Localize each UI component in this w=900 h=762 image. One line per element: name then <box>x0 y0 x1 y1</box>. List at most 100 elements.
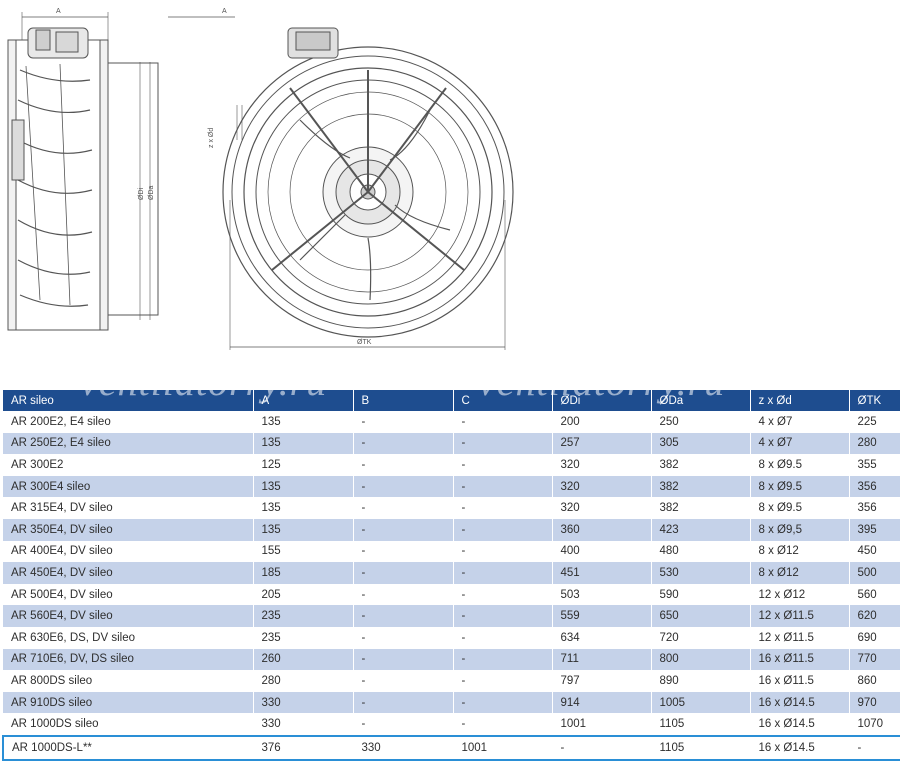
table-cell: 720 <box>651 626 751 649</box>
table-cell: 12 x Ø11.5 <box>750 605 850 627</box>
table-cell: 355 <box>849 454 900 476</box>
table-cell: 590 <box>651 583 751 606</box>
table-cell: - <box>353 432 454 455</box>
table-row: AR 400E4, DV sileo 155- -400 480 8 x Ø12 450 <box>3 540 900 563</box>
table-cell: 260 <box>253 648 354 671</box>
table-cell: AR 450E4, DV sileo <box>3 562 254 584</box>
table-row: AR 450E4, DV sileo 185- -451 530 8 x Ø12 500 <box>3 562 900 584</box>
table-cell: - <box>353 605 454 627</box>
table-row: AR 1000DS sileo 330- -1001 1105 16 x Ø14.5 10… <box>3 713 900 736</box>
table-cell: 400 <box>552 540 652 563</box>
table-cell: 914 <box>552 691 652 714</box>
column-header: C <box>453 390 553 411</box>
table-cell: 382 <box>651 475 751 498</box>
table-cell: - <box>453 454 553 476</box>
table-row: AR 315E4, DV sileo 135- -320 382 8 x Ø9.5 356 <box>3 497 900 519</box>
table-cell: AR 350E4, DV sileo <box>3 518 254 541</box>
table-cell: - <box>353 454 454 476</box>
table-cell: 12 x Ø11.5 <box>750 626 850 649</box>
column-header: z x Ød <box>750 390 850 411</box>
table-cell: 376 <box>253 734 354 761</box>
table-row: AR 250E2, E4 sileo 135- -257 305 4 x Ø7 280 <box>3 432 900 455</box>
table-cell: 250 <box>651 411 751 433</box>
table-cell: - <box>453 713 553 736</box>
table-cell: - <box>353 562 454 584</box>
table-row: AR 560E4, DV sileo 235- -559 650 12 x Ø11.5 6… <box>3 605 900 627</box>
table-cell: 8 x Ø9.5 <box>750 475 850 498</box>
table-cell: 8 x Ø12 <box>750 540 850 563</box>
table-cell: 450 <box>849 540 900 563</box>
table-cell: 797 <box>552 670 652 692</box>
table-cell: - <box>552 734 652 761</box>
table-cell: AR 300E4 sileo <box>3 475 254 498</box>
table-cell: 8 x Ø9.5 <box>750 454 850 476</box>
table-cell: 280 <box>849 432 900 455</box>
table-row: AR 500E4, DV sileo 205- -503 590 12 x Ø12 560 <box>3 583 900 606</box>
table-header-row: AR sileo A B C ØDi ØDa z x Ød ØTK <box>3 390 900 411</box>
table-cell: - <box>353 713 454 736</box>
table-cell: 1001 <box>552 713 652 736</box>
table-cell: AR 400E4, DV sileo <box>3 540 254 563</box>
table-cell: 711 <box>552 648 652 671</box>
table-cell: 280 <box>253 670 354 692</box>
table-cell: - <box>849 734 900 761</box>
table-cell: - <box>353 670 454 692</box>
table-cell: - <box>353 518 454 541</box>
table-cell: 356 <box>849 475 900 498</box>
table-cell: - <box>353 648 454 671</box>
table-cell: 320 <box>552 497 652 519</box>
table-cell: 16 x Ø14.5 <box>750 734 850 761</box>
table-cell: 8 x Ø9.5 <box>750 497 850 519</box>
table-cell: - <box>353 691 454 714</box>
table-cell: 970 <box>849 691 900 714</box>
table-cell: 382 <box>651 454 751 476</box>
table-cell: 503 <box>552 583 652 606</box>
fan-technical-drawing: A ØDi ØDa A z x Ød ØTK <box>0 0 900 385</box>
table-cell: 16 x Ø11.5 <box>750 670 850 692</box>
dim-di-label: ØDi <box>138 188 145 201</box>
table-cell: 890 <box>651 670 751 692</box>
table-row: AR 300E2 125- -320 382 8 x Ø9.5 355 <box>3 454 900 476</box>
table-cell: 257 <box>552 432 652 455</box>
front-view <box>222 27 514 350</box>
table-cell: 423 <box>651 518 751 541</box>
column-header: ØDa <box>651 390 751 411</box>
table-cell: - <box>453 432 553 455</box>
table-row: AR 630E6, DS, DV sileo 235- -634 720 12 x Ø1… <box>3 626 900 649</box>
table-row: AR 1000DS-L** 376 330 1001-1105 16 x Ø14.5- <box>2 734 900 761</box>
table-cell: 205 <box>253 583 354 606</box>
column-header: B <box>353 390 454 411</box>
table-cell: - <box>453 411 553 433</box>
dim-tk-label: ØTK <box>357 339 372 346</box>
table-cell: AR 560E4, DV sileo <box>3 605 254 627</box>
table-cell: - <box>453 497 553 519</box>
table-cell: - <box>353 497 454 519</box>
dim-a-side-label: A <box>56 8 61 15</box>
table-cell: - <box>353 475 454 498</box>
table-cell: 634 <box>552 626 652 649</box>
table-cell: 382 <box>651 497 751 519</box>
table-cell: 330 <box>253 691 354 714</box>
table-cell: AR 200E2, E4 sileo <box>3 411 254 433</box>
table-cell: 135 <box>253 475 354 498</box>
table-cell: - <box>353 583 454 606</box>
table-cell: - <box>453 540 553 563</box>
table-cell: 330 <box>353 734 454 761</box>
table-cell: 690 <box>849 626 900 649</box>
table-cell: AR 315E4, DV sileo <box>3 497 254 519</box>
table-cell: 135 <box>253 497 354 519</box>
table-cell: 235 <box>253 605 354 627</box>
table-cell: 770 <box>849 648 900 671</box>
table-cell: 320 <box>552 475 652 498</box>
table-cell: 356 <box>849 497 900 519</box>
dim-zd-label: z x Ød <box>208 128 215 148</box>
table-cell: 650 <box>651 605 751 627</box>
table-row: AR 800DS sileo 280- -797 890 16 x Ø11.5 860 <box>3 670 900 692</box>
table-cell: - <box>453 626 553 649</box>
fan-drawing-svg: A ØDi ØDa A z x Ød ØTK <box>7 8 514 350</box>
table-cell: 8 x Ø12 <box>750 562 850 584</box>
table-cell: 12 x Ø12 <box>750 583 850 606</box>
table-cell: AR 630E6, DS, DV sileo <box>3 626 254 649</box>
table-cell: 235 <box>253 626 354 649</box>
table-cell: - <box>453 605 553 627</box>
